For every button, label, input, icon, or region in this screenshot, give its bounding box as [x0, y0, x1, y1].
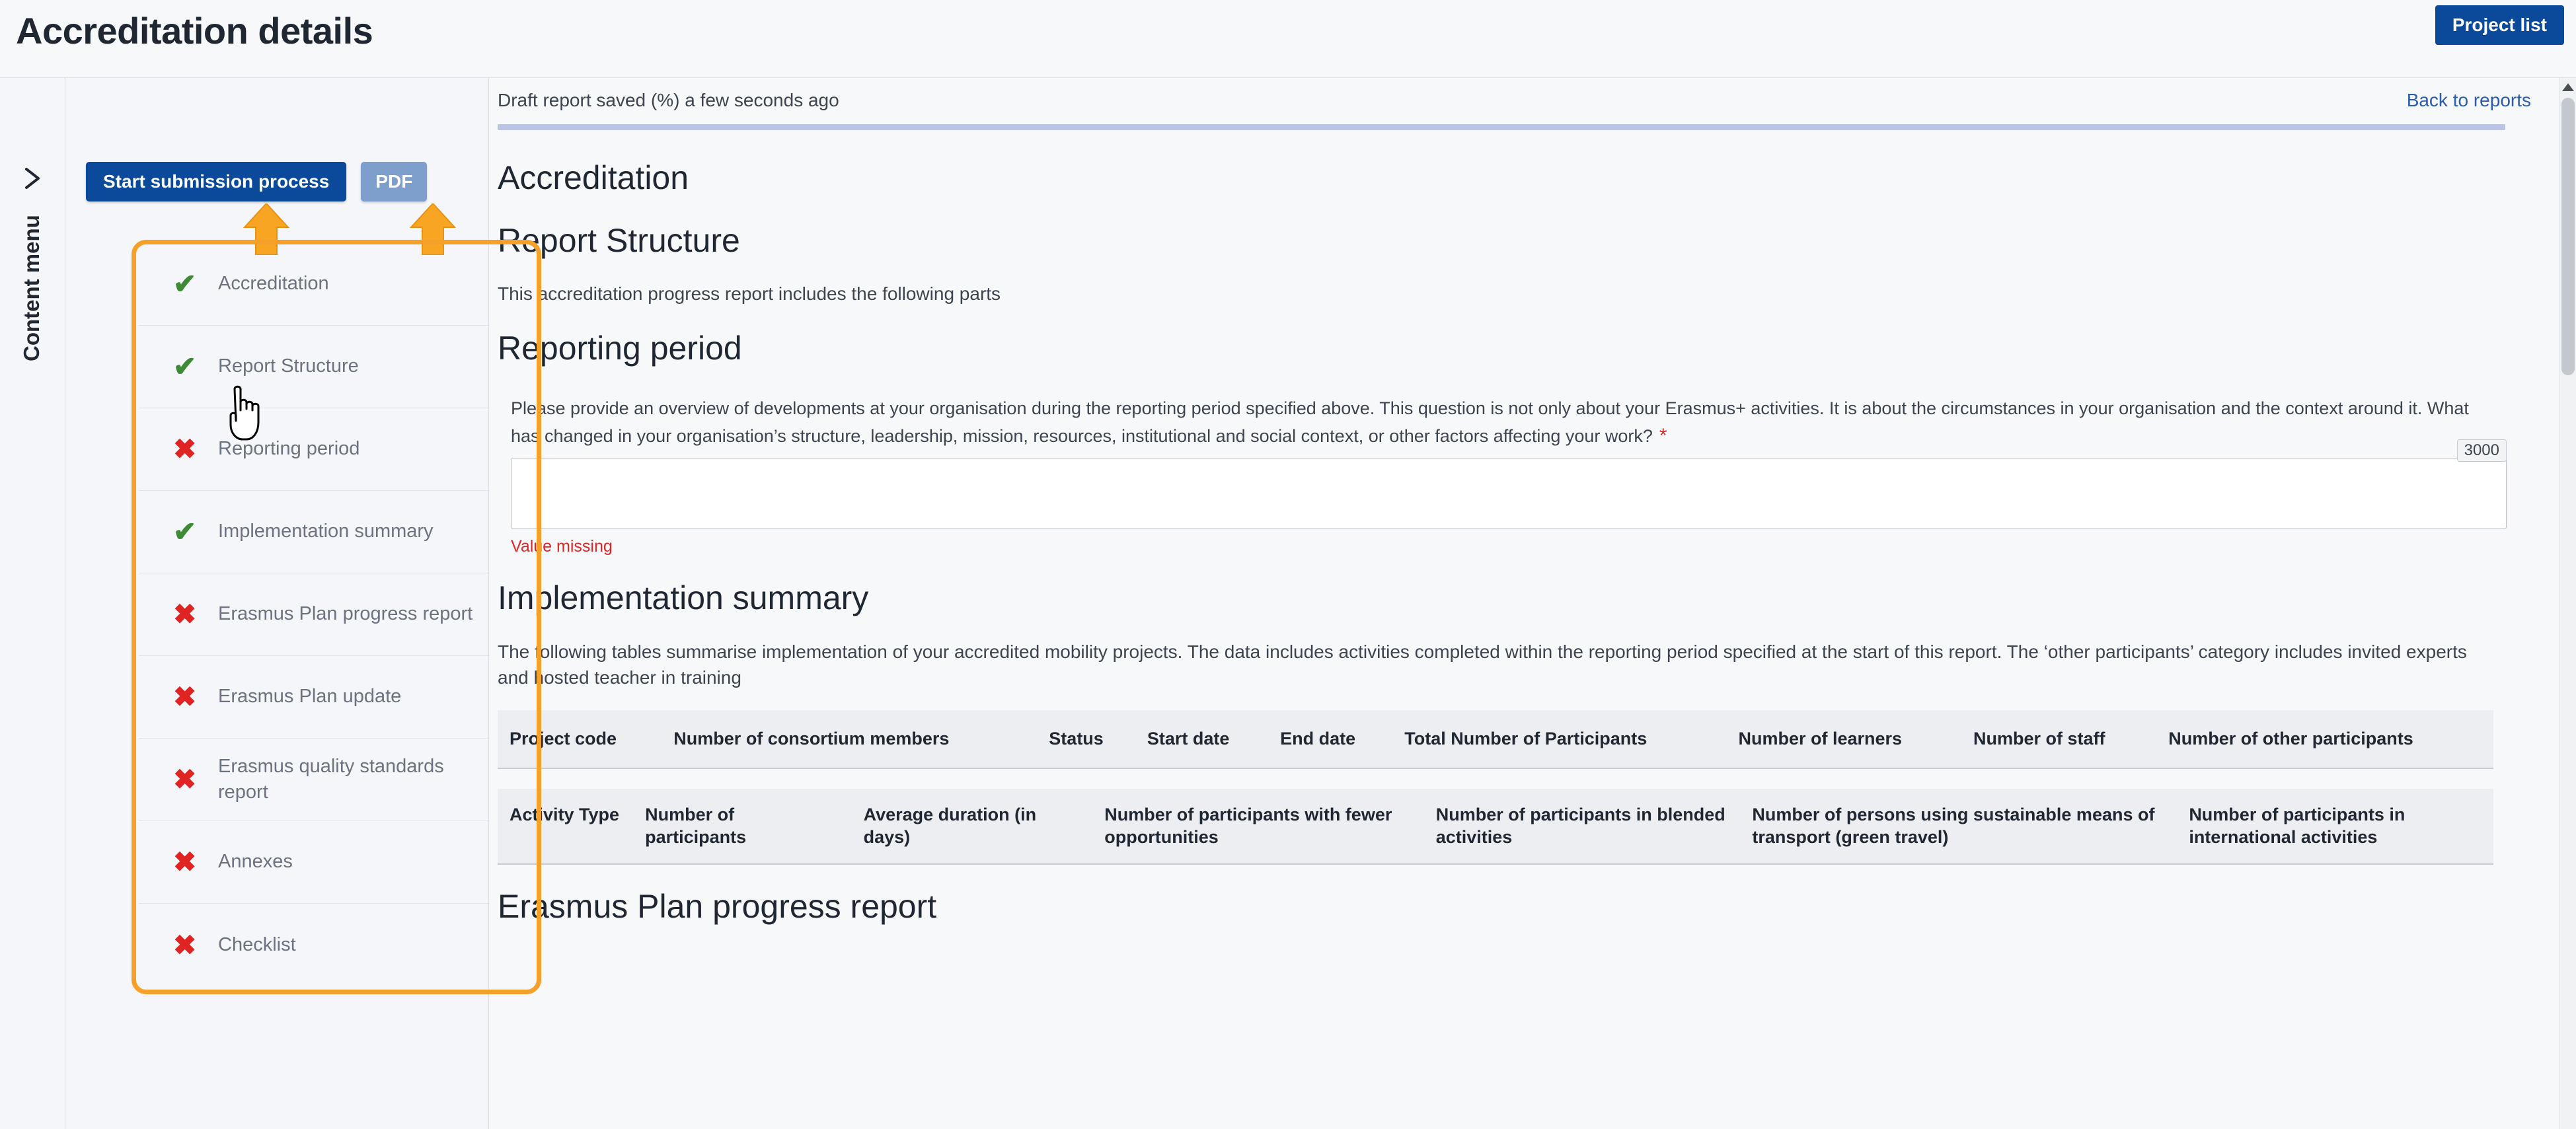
- section-heading-erasmus-plan-progress-report: Erasmus Plan progress report: [498, 887, 937, 925]
- reporting-period-question-text: Please provide an overview of developmen…: [511, 398, 2469, 446]
- save-progress-fill: [498, 124, 2505, 130]
- cross-icon: ✖: [173, 433, 197, 464]
- menu-item-reporting-period[interactable]: ✖ Reporting period: [139, 408, 535, 491]
- table-header-row: Project code Number of consortium member…: [498, 710, 2493, 768]
- menu-item-accreditation[interactable]: ✔ Accreditation: [139, 243, 535, 326]
- report-structure-description: This accreditation progress report inclu…: [498, 283, 1001, 304]
- column-header-end-date: End date: [1280, 729, 1356, 749]
- reporting-period-question-text-wrap: Please provide an overview of developmen…: [511, 396, 2493, 451]
- menu-item-implementation-summary[interactable]: ✔ Implementation summary: [139, 491, 535, 573]
- menu-item-label: Reporting period: [218, 438, 360, 460]
- body-wrapper: Content menu Start submission process PD…: [0, 78, 2576, 1129]
- menu-item-label: Erasmus Plan update: [218, 686, 402, 708]
- left-rail: Content menu: [0, 78, 65, 1129]
- column-header-activity-type: Activity Type: [510, 804, 620, 824]
- character-limit-counter: 3000: [2456, 439, 2507, 462]
- draft-saved-status: Draft report saved (%) a few seconds ago: [498, 90, 839, 110]
- start-submission-process-button[interactable]: Start submission process: [86, 162, 347, 201]
- content-menu-label: Content menu: [19, 215, 44, 361]
- column-header-fewer-opportunities: Number of participants with fewer opport…: [1104, 804, 1392, 848]
- cross-icon: ✖: [173, 681, 197, 712]
- cross-icon: ✖: [173, 599, 197, 630]
- menu-item-erasmus-plan-progress-report[interactable]: ✖ Erasmus Plan progress report: [139, 573, 535, 656]
- content-menu-list: ✔ Accreditation ✔ Report Structure ✖ Rep…: [139, 243, 535, 986]
- column-header-number-of-learners: Number of learners: [1738, 729, 1903, 749]
- check-icon: ✔: [173, 516, 197, 547]
- section-heading-implementation-summary: Implementation summary: [498, 579, 869, 617]
- main-content-area: Draft report saved (%) a few seconds ago…: [490, 78, 2576, 1129]
- menu-item-label: Report Structure: [218, 355, 359, 377]
- menu-item-label: Implementation summary: [218, 521, 434, 542]
- column-header-consortium-members: Number of consortium members: [673, 729, 950, 749]
- project-list-button[interactable]: Project list: [2435, 5, 2564, 45]
- check-icon: ✔: [173, 351, 197, 382]
- column-header-total-participants: Total Number of Participants: [1404, 729, 1648, 749]
- scroll-up-arrow-icon[interactable]: [2562, 83, 2574, 91]
- menu-item-label: Erasmus quality standards report: [218, 755, 444, 803]
- required-marker: *: [1659, 424, 1667, 447]
- column-header-number-of-participants: Number of participants: [645, 804, 747, 848]
- content-vertical-scrollbar[interactable]: [2559, 78, 2576, 1129]
- column-header-number-of-staff: Number of staff: [1973, 729, 2105, 749]
- menu-item-erasmus-plan-update[interactable]: ✖ Erasmus Plan update: [139, 656, 535, 739]
- cross-icon: ✖: [173, 929, 197, 961]
- table-header-row: Activity Type Number of participants Ave…: [498, 789, 2493, 864]
- column-header-project-code: Project code: [510, 729, 617, 749]
- section-heading-reporting-period: Reporting period: [498, 330, 742, 367]
- overview-textarea-wrapper: 3000: [511, 439, 2507, 530]
- menu-item-label: Erasmus Plan progress report: [218, 603, 473, 625]
- menu-item-report-structure[interactable]: ✔ Report Structure: [139, 326, 535, 408]
- chevron-right-icon[interactable]: [17, 164, 46, 193]
- overview-textarea[interactable]: [511, 458, 2507, 530]
- implementation-summary-description: The following tables summarise implement…: [498, 641, 2467, 688]
- column-header-international-activities: Number of participants in international …: [2189, 804, 2406, 848]
- cross-icon: ✖: [173, 764, 197, 795]
- column-header-average-duration: Average duration (in days): [863, 804, 1037, 848]
- menu-item-label: Annexes: [218, 851, 293, 873]
- reporting-period-question-block: Please provide an overview of developmen…: [498, 396, 2507, 557]
- column-header-start-date: Start date: [1147, 729, 1230, 749]
- menu-item-label: Accreditation: [218, 273, 329, 295]
- section-heading-report-structure: Report Structure: [498, 221, 740, 259]
- save-progress-bar: [498, 124, 2505, 130]
- content-status-bar: Draft report saved (%) a few seconds ago…: [490, 78, 2576, 130]
- section-heading-accreditation: Accreditation: [498, 159, 689, 196]
- page-title: Accreditation details: [16, 10, 373, 52]
- menu-item-erasmus-quality-standards-report[interactable]: ✖ Erasmus quality standards report: [139, 739, 535, 821]
- check-icon: ✔: [173, 268, 197, 299]
- column-header-status: Status: [1049, 729, 1104, 749]
- content-menu-sidebar: Start submission process PDF ✔ Accredita…: [66, 78, 541, 1129]
- column-header-green-travel: Number of persons using sustainable mean…: [1752, 804, 2155, 848]
- column-header-other-participants: Number of other participants: [2168, 729, 2413, 749]
- content-scroll-region: Accreditation Report Structure This accr…: [490, 131, 2538, 1129]
- menu-item-label: Checklist: [218, 933, 296, 955]
- sidebar-toolbar: Start submission process PDF: [86, 162, 428, 201]
- pdf-button[interactable]: PDF: [361, 162, 428, 201]
- back-to-reports-link[interactable]: Back to reports: [2407, 90, 2531, 111]
- page-header: Accreditation details Project list: [0, 0, 2576, 78]
- cross-icon: ✖: [173, 846, 197, 877]
- scrollbar-thumb[interactable]: [2561, 98, 2575, 375]
- projects-summary-table: Project code Number of consortium member…: [498, 710, 2493, 769]
- menu-item-annexes[interactable]: ✖ Annexes: [139, 821, 535, 904]
- menu-item-checklist[interactable]: ✖ Checklist: [139, 904, 535, 986]
- activities-summary-table: Activity Type Number of participants Ave…: [498, 788, 2493, 865]
- validation-error-message: Value missing: [511, 537, 613, 556]
- column-header-blended-activities: Number of participants in blended activi…: [1435, 804, 1725, 848]
